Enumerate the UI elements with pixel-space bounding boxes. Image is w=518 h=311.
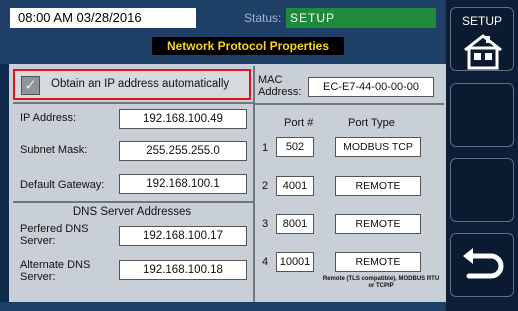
port-type-header: Port Type	[348, 117, 395, 129]
checkbox-checked-icon[interactable]: ✓	[21, 76, 40, 95]
divider-under-ip-auto	[13, 102, 253, 104]
port-number-field[interactable]: 4001	[276, 176, 314, 196]
ip-address-label: IP Address:	[20, 112, 77, 124]
divider-under-mac	[255, 103, 444, 105]
port-row-index: 1	[262, 142, 269, 154]
bottom-strip	[0, 302, 446, 311]
port-row-index: 2	[262, 180, 269, 192]
back-arrow-icon	[463, 248, 504, 279]
setup-button-label: SETUP	[461, 14, 502, 28]
port-type-footnote: Remote (TLS compatible), MODBUS RTU or T…	[322, 276, 440, 289]
preferred-dns-label: Perfered DNS Server:	[20, 223, 89, 247]
obtain-ip-auto-toggle[interactable]: ✓ Obtain an IP address automatically	[13, 69, 251, 100]
port-type-button[interactable]: MODBUS TCP	[335, 137, 421, 157]
divider-above-dns	[13, 201, 253, 203]
status-label: Status:	[244, 11, 282, 25]
alternate-dns-label: Alternate DNS Server:	[20, 259, 91, 283]
subnet-mask-field[interactable]: 255.255.255.0	[119, 141, 247, 161]
default-gateway-label: Default Gateway:	[20, 179, 105, 191]
status-badge: SETUP	[286, 8, 436, 28]
port-number-field[interactable]: 8001	[276, 214, 314, 234]
preferred-dns-field[interactable]: 192.168.100.17	[119, 226, 247, 246]
home-icon	[464, 34, 502, 70]
subnet-mask-label: Subnet Mask:	[20, 144, 88, 156]
vertical-divider	[253, 66, 255, 302]
page-title: Network Protocol Properties	[152, 37, 344, 55]
datetime-display: 08:00 AM 03/28/2016	[10, 8, 196, 28]
mac-address-field: EC-E7-44-00-00-00	[308, 77, 434, 97]
port-type-button[interactable]: REMOTE	[335, 176, 421, 196]
setup-home-button[interactable]: SETUP	[450, 7, 514, 71]
port-row-index: 4	[262, 256, 269, 268]
port-type-button[interactable]: REMOTE	[335, 252, 421, 272]
mac-address-label: MAC Address:	[258, 74, 302, 98]
alternate-dns-field[interactable]: 192.168.100.18	[119, 260, 247, 280]
back-button[interactable]	[450, 233, 514, 297]
blank-button-2[interactable]	[450, 83, 514, 147]
ip-address-field[interactable]: 192.168.100.49	[119, 109, 247, 129]
port-number-field[interactable]: 502	[276, 137, 314, 157]
port-type-button[interactable]: REMOTE	[335, 214, 421, 234]
port-number-header: Port #	[284, 117, 314, 129]
blank-button-3[interactable]	[450, 158, 514, 222]
top-bar: 08:00 AM 03/28/2016 Status: SETUP Networ…	[0, 0, 446, 64]
port-row-index: 3	[262, 218, 269, 230]
port-number-field[interactable]: 10001	[276, 252, 314, 272]
obtain-ip-auto-label: Obtain an IP address automatically	[51, 78, 230, 90]
dns-section-title: DNS Server Addresses	[72, 206, 192, 218]
screen: 08:00 AM 03/28/2016 Status: SETUP Networ…	[0, 0, 518, 311]
sidebar: SETUP	[446, 0, 518, 311]
default-gateway-field[interactable]: 192.168.100.1	[119, 174, 247, 194]
